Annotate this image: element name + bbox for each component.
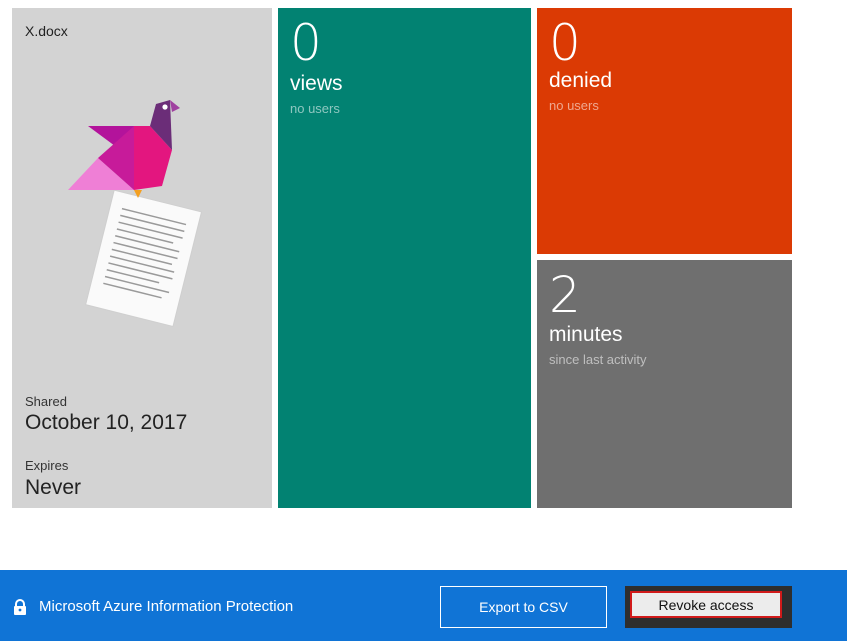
brand-text: Microsoft Azure Information Protection (39, 598, 294, 615)
export-to-csv-button[interactable]: Export to CSV (440, 586, 607, 628)
footer-brand: Microsoft Azure Information Protection (12, 598, 293, 615)
views-label: views (290, 72, 343, 95)
views-sub-label: no users (290, 101, 340, 116)
views-tile: 0 views no users (278, 8, 531, 508)
expires-value: Never (25, 476, 82, 499)
views-count: 0 (290, 14, 322, 72)
footer-bar: Microsoft Azure Information Protection E… (0, 570, 847, 641)
denied-sub-label: no users (549, 98, 599, 113)
revoke-access-button[interactable]: Revoke access (630, 591, 782, 618)
denied-tile: 0 denied no users (537, 8, 792, 254)
bird-on-document-icon (68, 100, 203, 328)
file-info-tile: X.docx Shared October 10, 2017 Expires N… (12, 8, 272, 508)
denied-label: denied (549, 69, 613, 92)
file-name: X.docx (25, 23, 68, 39)
denied-count: 0 (549, 14, 581, 72)
lock-icon (14, 598, 26, 615)
shared-date: October 10, 2017 (25, 411, 188, 434)
revoke-access-container: Revoke access (625, 586, 792, 628)
minutes-label: minutes (549, 323, 623, 346)
shared-label: Shared (25, 394, 67, 409)
minutes-sub-label: since last activity (549, 352, 647, 367)
expires-label: Expires (25, 458, 69, 473)
minutes-count: 2 (549, 266, 581, 324)
minutes-tile: 2 minutes since last activity (537, 260, 792, 508)
